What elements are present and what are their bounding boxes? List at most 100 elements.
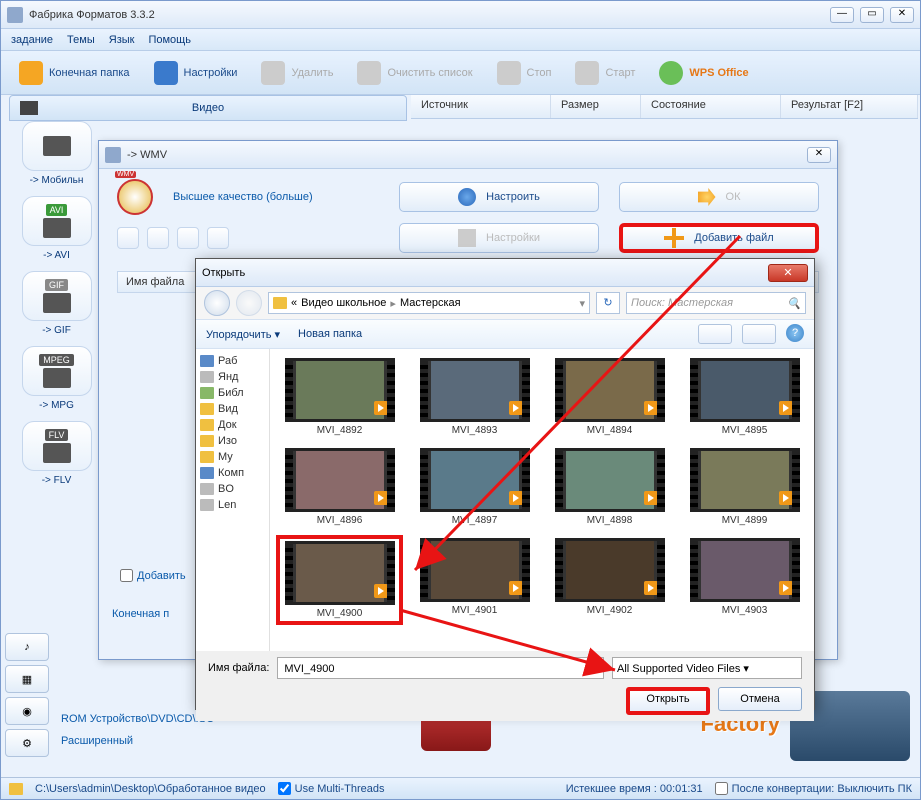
tree-item[interactable]: Библ bbox=[198, 385, 267, 401]
tree-item[interactable]: Вид bbox=[198, 401, 267, 417]
format-panel: -> Мобильн AVI-> AVI GIF-> GIF MPEG-> MPG FL… bbox=[9, 121, 104, 496]
col-source[interactable]: Источник bbox=[411, 95, 551, 118]
file-item[interactable]: MVI_4902 bbox=[546, 535, 673, 625]
ok-button[interactable]: ОК bbox=[619, 182, 819, 212]
advanced-link[interactable]: Расширенный bbox=[61, 735, 215, 747]
menubar: задание Темы Язык Помощь bbox=[1, 29, 920, 51]
info-icon[interactable] bbox=[207, 227, 229, 249]
open-close-button[interactable]: ✕ bbox=[768, 264, 808, 282]
forward-button[interactable] bbox=[236, 290, 262, 316]
file-item[interactable]: MVI_4895 bbox=[681, 355, 808, 439]
format-item[interactable]: AVI-> AVI bbox=[9, 196, 104, 261]
breadcrumb-seg-1[interactable]: Видео школьное bbox=[301, 297, 386, 309]
crop-icon[interactable] bbox=[147, 227, 169, 249]
file-item[interactable]: MVI_4896 bbox=[276, 445, 403, 529]
plus-icon bbox=[664, 228, 684, 248]
play-icon bbox=[644, 581, 658, 595]
breadcrumb-seg-2[interactable]: Мастерская bbox=[400, 297, 461, 309]
audio-tab[interactable]: ♪ bbox=[5, 633, 49, 661]
tree-item[interactable]: Раб bbox=[198, 353, 267, 369]
format-item[interactable]: -> Мобильн bbox=[9, 121, 104, 186]
app-icon bbox=[105, 147, 121, 163]
file-grid: MVI_4892MVI_4893MVI_4894MVI_4895 MVI_4896… bbox=[270, 349, 814, 651]
wps-button[interactable]: WPS Office bbox=[649, 57, 758, 89]
cancel-button[interactable]: Отмена bbox=[718, 687, 802, 711]
file-item[interactable]: MVI_4893 bbox=[411, 355, 538, 439]
open-button[interactable]: Открыть bbox=[626, 687, 710, 715]
file-item[interactable]: MVI_4897 bbox=[411, 445, 538, 529]
tree-item[interactable]: Док bbox=[198, 417, 267, 433]
play-icon[interactable] bbox=[177, 227, 199, 249]
maximize-button[interactable]: ▭ bbox=[860, 7, 884, 23]
search-input[interactable]: Поиск: Мастерская🔍 bbox=[626, 292, 806, 314]
quality-link[interactable]: Высшее качество (больше) bbox=[173, 191, 313, 203]
format-item[interactable]: FLV-> FLV bbox=[9, 421, 104, 486]
film-icon bbox=[458, 229, 476, 247]
clear-button[interactable]: Очистить список bbox=[347, 57, 482, 89]
multithread-checkbox[interactable]: Use Multi-Threads bbox=[278, 782, 385, 795]
after-conv-checkbox[interactable]: После конвертации: Выключить ПК bbox=[715, 782, 912, 795]
tree-item[interactable]: Му bbox=[198, 449, 267, 465]
search-icon[interactable]: 🔍 bbox=[787, 297, 801, 310]
file-item[interactable]: MVI_4903 bbox=[681, 535, 808, 625]
app-icon bbox=[7, 7, 23, 23]
wmv-close-button[interactable]: ✕ bbox=[807, 147, 831, 163]
view-mode-button[interactable] bbox=[698, 324, 732, 344]
file-item[interactable]: MVI_4894 bbox=[546, 355, 673, 439]
start-button[interactable]: Старт bbox=[565, 57, 645, 89]
menu-help[interactable]: Помощь bbox=[148, 34, 191, 46]
filter-select[interactable]: All Supported Video Files ▾ bbox=[612, 657, 802, 679]
new-folder-button[interactable]: Новая папка bbox=[298, 328, 362, 340]
rom-link[interactable]: ROM Устройство\DVD\CD\ISO bbox=[61, 713, 215, 725]
close-button[interactable]: ✕ bbox=[890, 7, 914, 23]
refresh-button[interactable]: ↻ bbox=[596, 292, 620, 314]
back-button[interactable] bbox=[204, 290, 230, 316]
play-icon bbox=[374, 491, 388, 505]
tree-item[interactable]: Комп bbox=[198, 465, 267, 481]
menu-lang[interactable]: Язык bbox=[109, 34, 135, 46]
filename-input[interactable]: MVI_4900 bbox=[277, 657, 604, 679]
delete-button[interactable]: Удалить bbox=[251, 57, 343, 89]
configure-button[interactable]: Настроить bbox=[399, 182, 599, 212]
folder-icon bbox=[273, 297, 287, 309]
file-item[interactable]: MVI_4892 bbox=[276, 355, 403, 439]
menu-task[interactable]: задание bbox=[11, 34, 53, 46]
add-item-checkbox[interactable]: Добавить bbox=[120, 569, 186, 582]
menu-themes[interactable]: Темы bbox=[67, 34, 95, 46]
format-item[interactable]: MPEG-> MPG bbox=[9, 346, 104, 411]
bottom-links: ROM Устройство\DVD\CD\ISO Расширенный bbox=[61, 713, 215, 757]
col-size[interactable]: Размер bbox=[551, 95, 641, 118]
file-item[interactable]: MVI_4899 bbox=[681, 445, 808, 529]
rom-tab[interactable]: ◉ bbox=[5, 697, 49, 725]
folder-tree[interactable]: РабЯндБиблВидДокИзоМуКомпBОLen bbox=[196, 349, 270, 651]
toolbar-row: Упорядочить ▾ Новая папка ? bbox=[196, 319, 814, 349]
col-result[interactable]: Результат [F2] bbox=[781, 95, 918, 118]
file-item[interactable]: MVI_4900 bbox=[276, 535, 403, 625]
format-item[interactable]: GIF-> GIF bbox=[9, 271, 104, 336]
stop-button[interactable]: Стоп bbox=[487, 57, 562, 89]
add-file-button[interactable]: Добавить файл bbox=[619, 223, 819, 253]
dest-folder-link[interactable]: Конечная п bbox=[112, 608, 169, 620]
breadcrumb[interactable]: « Видео школьное ▸ Мастерская ▾ bbox=[268, 292, 590, 314]
toolbar: Конечная папка Настройки Удалить Очистит… bbox=[1, 51, 920, 95]
range-icon[interactable] bbox=[117, 227, 139, 249]
organize-button[interactable]: Упорядочить ▾ bbox=[206, 328, 280, 341]
status-path[interactable]: C:\Users\admin\Desktop\Обработанное виде… bbox=[35, 783, 266, 795]
dest-folder-button[interactable]: Конечная папка bbox=[9, 57, 140, 89]
tree-item[interactable]: Изо bbox=[198, 433, 267, 449]
tree-item[interactable]: Янд bbox=[198, 369, 267, 385]
file-settings-button[interactable]: Настройки bbox=[399, 223, 599, 253]
help-button[interactable]: ? bbox=[786, 324, 804, 342]
tree-item[interactable]: BО bbox=[198, 481, 267, 497]
minimize-button[interactable]: — bbox=[830, 7, 854, 23]
tree-item[interactable]: Len bbox=[198, 497, 267, 513]
file-item[interactable]: MVI_4898 bbox=[546, 445, 673, 529]
settings-button[interactable]: Настройки bbox=[144, 57, 248, 89]
video-tab[interactable]: Видео bbox=[9, 95, 407, 121]
col-state[interactable]: Состояние bbox=[641, 95, 781, 118]
advanced-tab[interactable]: ⚙ bbox=[5, 729, 49, 757]
image-tab[interactable]: ▦ bbox=[5, 665, 49, 693]
file-item[interactable]: MVI_4901 bbox=[411, 535, 538, 625]
preview-pane-button[interactable] bbox=[742, 324, 776, 344]
play-icon bbox=[644, 401, 658, 415]
